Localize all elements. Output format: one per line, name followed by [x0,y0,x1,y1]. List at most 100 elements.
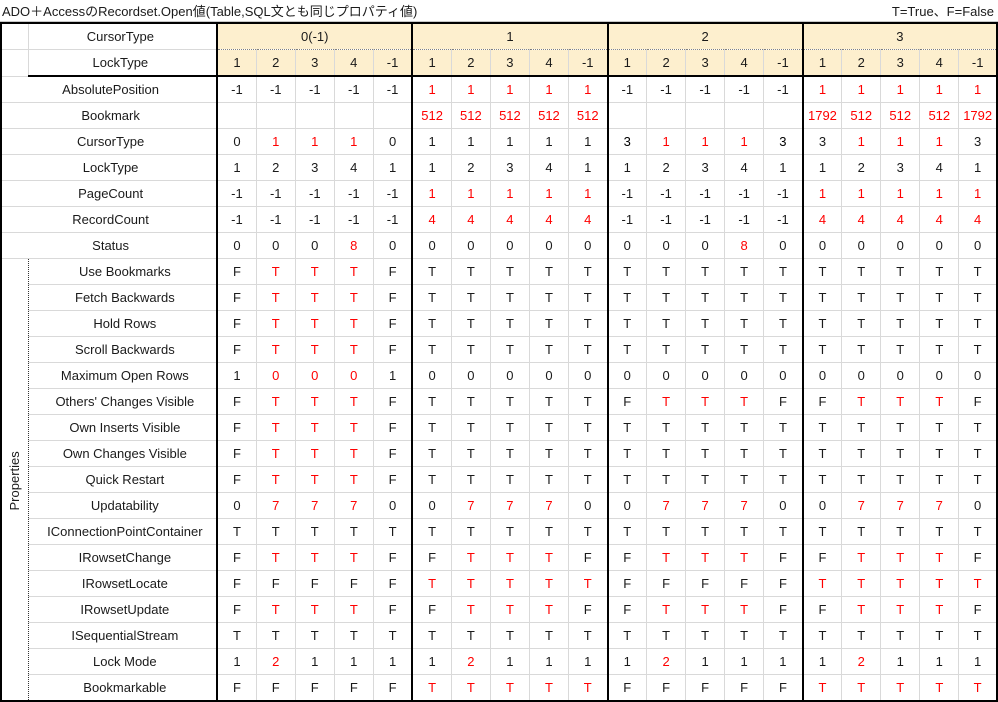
table-cell: -1 [763,76,804,103]
table-cell: 0 [490,232,530,259]
table-cell: T [256,622,296,649]
table-cell: T [724,596,765,623]
table-cell: T [880,596,921,623]
table-cell: 1792 [801,102,843,129]
table-cell: T [529,284,569,311]
table-cell: F [295,570,335,597]
table-cell: 2 [646,648,687,675]
locktype-col-3-2: 2 [841,49,882,77]
table-cell: T [801,336,843,363]
table-cell: 3 [490,154,530,181]
table-row: Bookmarkable F F F F F T T T T T F F F F F T T T T T [1,674,998,702]
table-cell: T [880,440,921,467]
table-cell: T [295,622,335,649]
table-cell: 1 [373,648,413,675]
table-cell: -1 [373,180,413,207]
table-cell: 2 [841,648,882,675]
table-cell: 1 [217,362,257,389]
table-cell: 7 [295,492,335,519]
table-cell: 3 [295,154,335,181]
table-cell: T [958,336,998,363]
row-label-updatability: Updatability [27,492,219,519]
table-row: Scroll Backwards F T T T F T T T T T T T T T T T T T T T [1,336,998,363]
table-cell: 1 [411,154,452,181]
locktype-header-label: LockType [28,49,219,77]
table-cell: T [529,622,569,649]
table-cell: T [801,622,843,649]
table-cell: T [646,622,687,649]
table-cell: F [217,544,257,571]
table-cell: T [256,258,296,285]
table-cell: T [256,284,296,311]
table-cell: T [490,310,530,337]
table-cell: -1 [724,206,765,233]
table-cell: -1 [606,76,648,103]
table-cell: T [568,674,609,702]
table-cell: T [841,544,882,571]
table-cell: F [606,570,648,597]
table-row: PageCount -1 -1 -1 -1 -1 1 1 1 1 1 -1 -1 -1 -1 -1 1 1 1 1 1 [0,180,998,207]
row-label-scroll-backwards: Scroll Backwards [27,336,219,363]
table-cell: T [490,440,530,467]
table-cell: 4 [334,154,374,181]
table-cell: T [256,336,296,363]
table-cell: 1 [646,128,687,155]
table-cell: T [763,284,804,311]
table-row: ISequentialStream T T T T T T T T T T T T T T T T T T T T [1,622,998,649]
table-cell: 1 [373,154,413,181]
table-cell: 1 [841,76,882,103]
table-cell: F [606,388,648,415]
table-cell: T [724,388,765,415]
locktype-col-1--1: -1 [568,49,609,77]
table-cell: T [606,310,648,337]
table-cell: T [334,284,374,311]
table-cell: T [451,258,491,285]
table-cell: 1 [958,76,998,103]
table-cell: 1 [919,128,960,155]
table-cell: F [217,388,257,415]
table-cell: T [411,310,452,337]
table-cell: 0 [646,232,687,259]
row-label-bookmark: Bookmark [0,102,219,129]
table-cell: 1 [451,76,491,103]
table-cell: 4 [411,206,452,233]
table-cell: T [763,336,804,363]
table-cell: T [490,414,530,441]
table-cell: F [256,674,296,702]
row-label-own-changes-visible: Own Changes Visible [27,440,219,467]
table-cell: 1 [724,128,765,155]
table-cell: T [763,414,804,441]
table-cell: 0 [724,362,765,389]
properties-table: CursorType 0(-1) 1 2 3 LockType 1 2 3 4 -1 1 2 3 4 -1 1… [0,22,998,702]
table-cell: 0 [801,232,843,259]
row-label-lock-mode: Lock Mode [27,648,219,675]
table-cell: 3 [763,128,804,155]
table-cell: T [841,388,882,415]
table-cell: T [606,466,648,493]
table-cell: T [801,674,843,702]
table-cell: T [568,284,609,311]
table-cell: T [801,440,843,467]
table-cell: T [411,388,452,415]
table-row: AbsolutePosition -1 -1 -1 -1 -1 1 1 1 1 1 -1 -1 -1 -1-… [0,76,998,103]
table-cell: T [880,258,921,285]
table-cell: F [724,570,765,597]
row-label-use-bookmarks: Use Bookmarks [27,258,219,285]
table-cell: T [880,674,921,702]
table-cell: 4 [919,206,960,233]
table-cell: T [411,336,452,363]
header-corner-blank [0,22,29,50]
table-cell: T [646,336,687,363]
table-cell: 0 [295,232,335,259]
table-cell: 0 [568,492,609,519]
table-cell: -1 [295,206,335,233]
table-cell: T [880,544,921,571]
table-cell: T [568,258,609,285]
table-cell: F [373,388,413,415]
table-cell: T [724,518,765,545]
table-cell: 3 [880,154,921,181]
table-cell: T [685,544,726,571]
table-cell: 1 [763,154,804,181]
table-cell: -1 [295,180,335,207]
table-cell: 4 [529,206,569,233]
